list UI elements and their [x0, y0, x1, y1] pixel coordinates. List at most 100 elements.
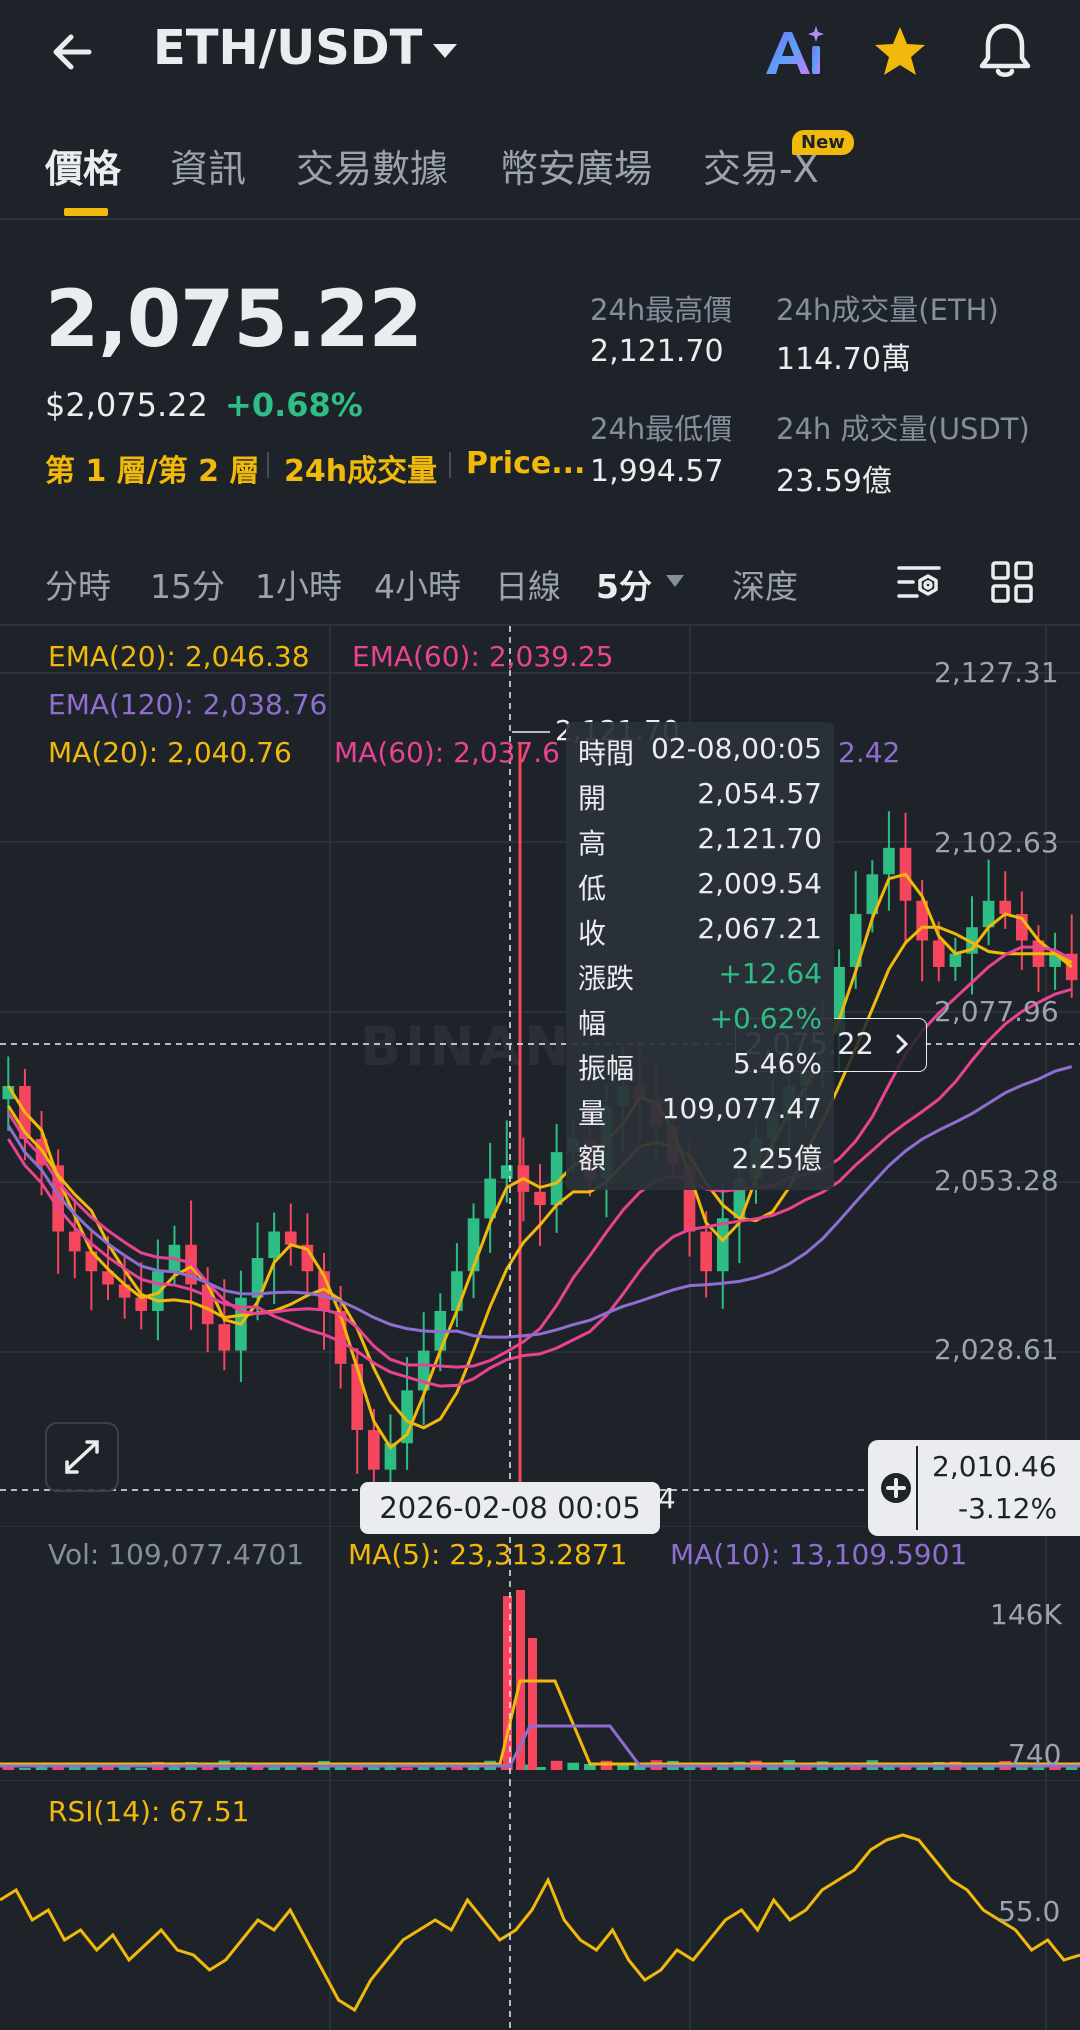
volume-bar — [52, 1767, 64, 1770]
volume-bar — [550, 1760, 563, 1770]
separator — [449, 452, 451, 478]
new-badge: New — [792, 130, 854, 155]
tooltip-row: 收 2,067.21 — [578, 912, 822, 956]
tab-price[interactable]: 價格 — [45, 138, 121, 193]
volume-bar — [334, 1767, 347, 1770]
chevron-down-icon[interactable] — [430, 38, 460, 64]
divider — [0, 218, 1080, 220]
chart-settings-icon[interactable] — [895, 558, 943, 606]
tooltip-row: 額 2.25億 — [578, 1137, 822, 1181]
tooltip-row: 高 2,121.70 — [578, 822, 822, 866]
ma20-label: MA(20): 2,040.76 — [48, 736, 292, 769]
tooltip-row: 低 2,009.54 — [578, 867, 822, 911]
candle-body — [500, 1165, 513, 1179]
volume-bar — [135, 1767, 148, 1770]
volume-bar — [351, 1767, 364, 1770]
stat-vol-eth-value: 114.70萬 — [776, 342, 911, 377]
tooltip-value: +12.64 — [718, 957, 822, 990]
separator — [916, 1446, 918, 1530]
ema20-label: EMA(20): 2,046.38 — [48, 640, 310, 673]
volume-bar — [19, 1767, 31, 1770]
candle-body — [534, 1191, 546, 1206]
stat-high-label: 24h最高價 — [590, 293, 733, 327]
interval-5m[interactable]: 5分 — [596, 560, 652, 608]
tooltip-value: 109,077.47 — [661, 1092, 822, 1125]
rsi-line — [0, 1833, 1080, 2013]
tooltip-value: +0.62% — [709, 1002, 822, 1035]
tooltip-key: 幅 — [578, 1007, 607, 1040]
ema20-line — [7, 872, 1073, 1450]
fullscreen-button[interactable] — [45, 1422, 119, 1492]
volume-bar — [849, 1767, 862, 1770]
candle-body — [700, 1231, 712, 1272]
volume-ma5-line — [0, 1679, 1080, 1766]
chevron-right-icon — [892, 1033, 912, 1055]
separator — [267, 452, 269, 478]
rsi-tick: 55.0 — [998, 1895, 1061, 1928]
crosshair-percent: -3.12% — [958, 1492, 1058, 1525]
active-tab-underline — [64, 208, 108, 216]
volume-label: Vol: 109,077.4701 — [48, 1538, 305, 1571]
crosshair-price: 2,010.46 — [932, 1450, 1057, 1483]
interval-1d[interactable]: 日線 — [495, 560, 561, 608]
tag-volume-link[interactable]: 24h成交量 — [284, 446, 437, 490]
candle-body — [949, 953, 962, 967]
tooltip-value: 5.46% — [733, 1047, 822, 1080]
tooltip-row: 幅 +0.62% — [578, 1002, 822, 1046]
notification-bell-icon[interactable] — [975, 20, 1035, 82]
interval-depth[interactable]: 深度 — [732, 560, 798, 608]
volume-bar — [401, 1767, 413, 1770]
volume-tick: 146K — [990, 1598, 1062, 1631]
add-alert-plus-icon[interactable] — [874, 1466, 918, 1510]
tooltip-key: 時間 — [578, 737, 635, 770]
price-tick: 2,053.28 — [934, 1164, 1059, 1197]
price-tick: 2,028.61 — [934, 1333, 1059, 1366]
ma120-label-tail: 2.42 — [838, 736, 901, 769]
volume-ma10-line — [0, 1724, 1080, 1768]
tag-price-link[interactable]: Price... — [466, 446, 585, 481]
candle-body — [268, 1231, 280, 1258]
candle-body — [451, 1271, 463, 1311]
layout-grid-icon[interactable] — [988, 558, 1036, 606]
stat-vol-eth-label: 24h成交量(ETH) — [776, 293, 999, 327]
back-arrow-icon[interactable] — [45, 22, 105, 82]
candle-body — [999, 900, 1012, 914]
tooltip-key: 漲跌 — [578, 962, 635, 995]
tooltip-value: 2,009.54 — [697, 867, 822, 900]
tooltip-key: 振幅 — [578, 1052, 635, 1085]
tooltip-value: 2,067.21 — [697, 912, 822, 945]
tab-binance-square[interactable]: 幣安廣場 — [500, 138, 652, 193]
favorite-star-icon[interactable] — [870, 22, 930, 82]
volume-ma10-label: MA(10): 13,109.5901 — [670, 1538, 968, 1571]
chevron-down-icon[interactable] — [664, 572, 686, 590]
tooltip-key: 高 — [578, 827, 607, 860]
price-usd: $2,075.22 — [45, 386, 208, 424]
interval-4h[interactable]: 4小時 — [374, 560, 461, 608]
tooltip-value: 2,054.57 — [697, 777, 822, 810]
tooltip-key: 收 — [578, 917, 607, 950]
tag-layer-link[interactable]: 第 1 層/第 2 層 — [45, 446, 259, 490]
pair-title[interactable]: ETH/USDT — [153, 20, 422, 76]
tooltip-row: 振幅 5.46% — [578, 1047, 822, 1091]
stat-high-value: 2,121.70 — [590, 334, 724, 369]
ema60-label: EMA(60): 2,039.25 — [352, 640, 614, 673]
volume-bar — [85, 1767, 98, 1770]
candle-body — [932, 940, 945, 967]
interval-15m[interactable]: 15分 — [150, 560, 225, 608]
interval-line[interactable]: 分時 — [45, 560, 111, 608]
price-tick: 2,102.63 — [934, 826, 1059, 859]
volume-bar — [567, 1762, 580, 1770]
candle-body — [284, 1231, 297, 1245]
tab-info[interactable]: 資訊 — [170, 138, 246, 193]
crosshair-price-tag[interactable]: 2,010.46 -3.12% — [868, 1440, 1080, 1536]
stat-low-label: 24h最低價 — [590, 412, 733, 446]
interval-1h[interactable]: 1小時 — [255, 560, 342, 608]
volume-bar — [301, 1767, 314, 1770]
tooltip-row: 開 2,054.57 — [578, 777, 822, 821]
tab-trade-data[interactable]: 交易數據 — [296, 138, 448, 193]
candle-body — [351, 1363, 364, 1430]
ai-assistant-icon[interactable] — [762, 22, 826, 82]
stat-vol-usdt-value: 23.59億 — [776, 464, 892, 499]
candle-body — [68, 1231, 81, 1252]
tooltip-key: 量 — [578, 1097, 607, 1130]
